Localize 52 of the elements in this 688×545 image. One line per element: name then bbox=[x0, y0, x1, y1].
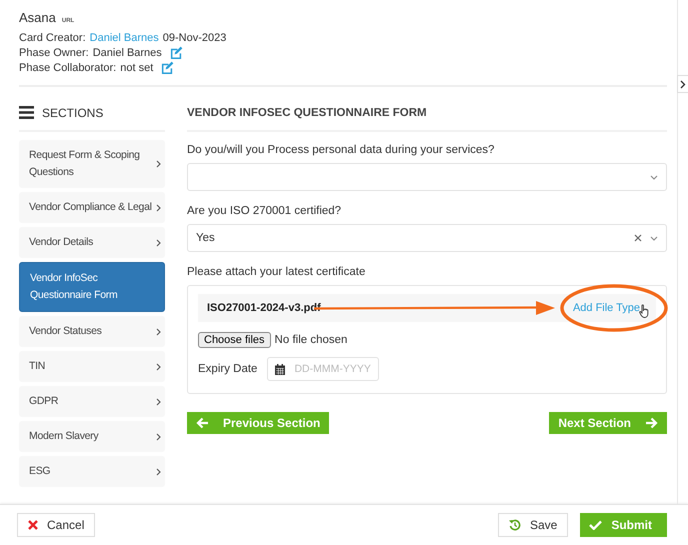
checkmark-icon bbox=[589, 520, 602, 530]
edit-icon[interactable] bbox=[161, 61, 174, 74]
clear-icon[interactable] bbox=[634, 234, 642, 242]
section-item[interactable]: Vendor Compliance & Legal bbox=[19, 192, 165, 223]
section-item[interactable]: Vendor Details bbox=[19, 227, 165, 258]
chevron-right-icon bbox=[156, 328, 161, 336]
chevron-down-icon bbox=[650, 174, 658, 180]
collapse-button[interactable] bbox=[677, 75, 688, 93]
card-creator-label: Card Creator: bbox=[19, 32, 86, 44]
choose-files-button[interactable]: Choose files bbox=[198, 332, 271, 348]
chevron-right-icon bbox=[156, 468, 161, 476]
edit-icon[interactable] bbox=[170, 46, 183, 59]
phase-owner-value: Daniel Barnes bbox=[92, 46, 162, 58]
section-item[interactable]: Vendor Statuses bbox=[19, 316, 165, 347]
section-item[interactable]: Modern Slavery bbox=[19, 421, 165, 452]
form-title: VENDOR INFOSEC QUESTIONNAIRE FORM bbox=[187, 99, 667, 132]
question-label: Please attach your latest certificate bbox=[187, 266, 366, 278]
creation-date: 09-Nov-2023 bbox=[162, 32, 226, 44]
chevron-right-icon bbox=[156, 204, 161, 212]
select-field[interactable] bbox=[187, 163, 667, 191]
chevron-right-icon bbox=[156, 238, 161, 246]
select-field[interactable]: Yes bbox=[187, 224, 667, 252]
question-label: Are you ISO 270001 certified? bbox=[187, 205, 342, 217]
app-name: Asana bbox=[19, 10, 56, 25]
history-icon bbox=[508, 519, 521, 531]
section-item[interactable]: Vendor InfoSec Questionnaire Form bbox=[19, 262, 165, 312]
section-item[interactable]: ESG bbox=[19, 456, 165, 487]
section-item[interactable]: GDPR bbox=[19, 386, 165, 417]
sections-title: SECTIONS bbox=[42, 106, 104, 120]
menu-icon[interactable] bbox=[19, 106, 34, 119]
no-file-text: No file chosen bbox=[274, 334, 348, 346]
arrow-left-icon bbox=[196, 417, 209, 429]
date-field[interactable]: DD-MMM-YYYY bbox=[267, 357, 380, 381]
chevron-down-icon bbox=[650, 236, 658, 240]
chevron-right-icon bbox=[156, 362, 161, 370]
chevron-right-icon bbox=[156, 398, 161, 406]
section-item[interactable]: TIN bbox=[19, 351, 165, 382]
hand-cursor-icon bbox=[639, 304, 650, 318]
file-name: ISO27001-2024-v3.pdf bbox=[207, 302, 321, 314]
save-button[interactable]: Save bbox=[498, 513, 568, 537]
chevron-right-icon bbox=[680, 80, 686, 88]
close-icon bbox=[28, 520, 38, 530]
section-item[interactable]: Request Form & Scoping Questions bbox=[19, 140, 165, 188]
cancel-button[interactable]: Cancel bbox=[17, 513, 96, 537]
arrow-right-icon bbox=[645, 417, 658, 429]
expiry-date-label: Expiry Date bbox=[198, 363, 258, 375]
phase-owner-label: Phase Owner: bbox=[19, 46, 89, 58]
chevron-right-icon bbox=[156, 432, 161, 440]
question-label: Do you/will you Process personal data during your services? bbox=[187, 144, 496, 156]
chevron-right-icon bbox=[156, 160, 161, 168]
phase-collaborator-label: Phase Collaborator: bbox=[19, 62, 116, 74]
phase-collaborator-value: not set bbox=[120, 62, 154, 74]
